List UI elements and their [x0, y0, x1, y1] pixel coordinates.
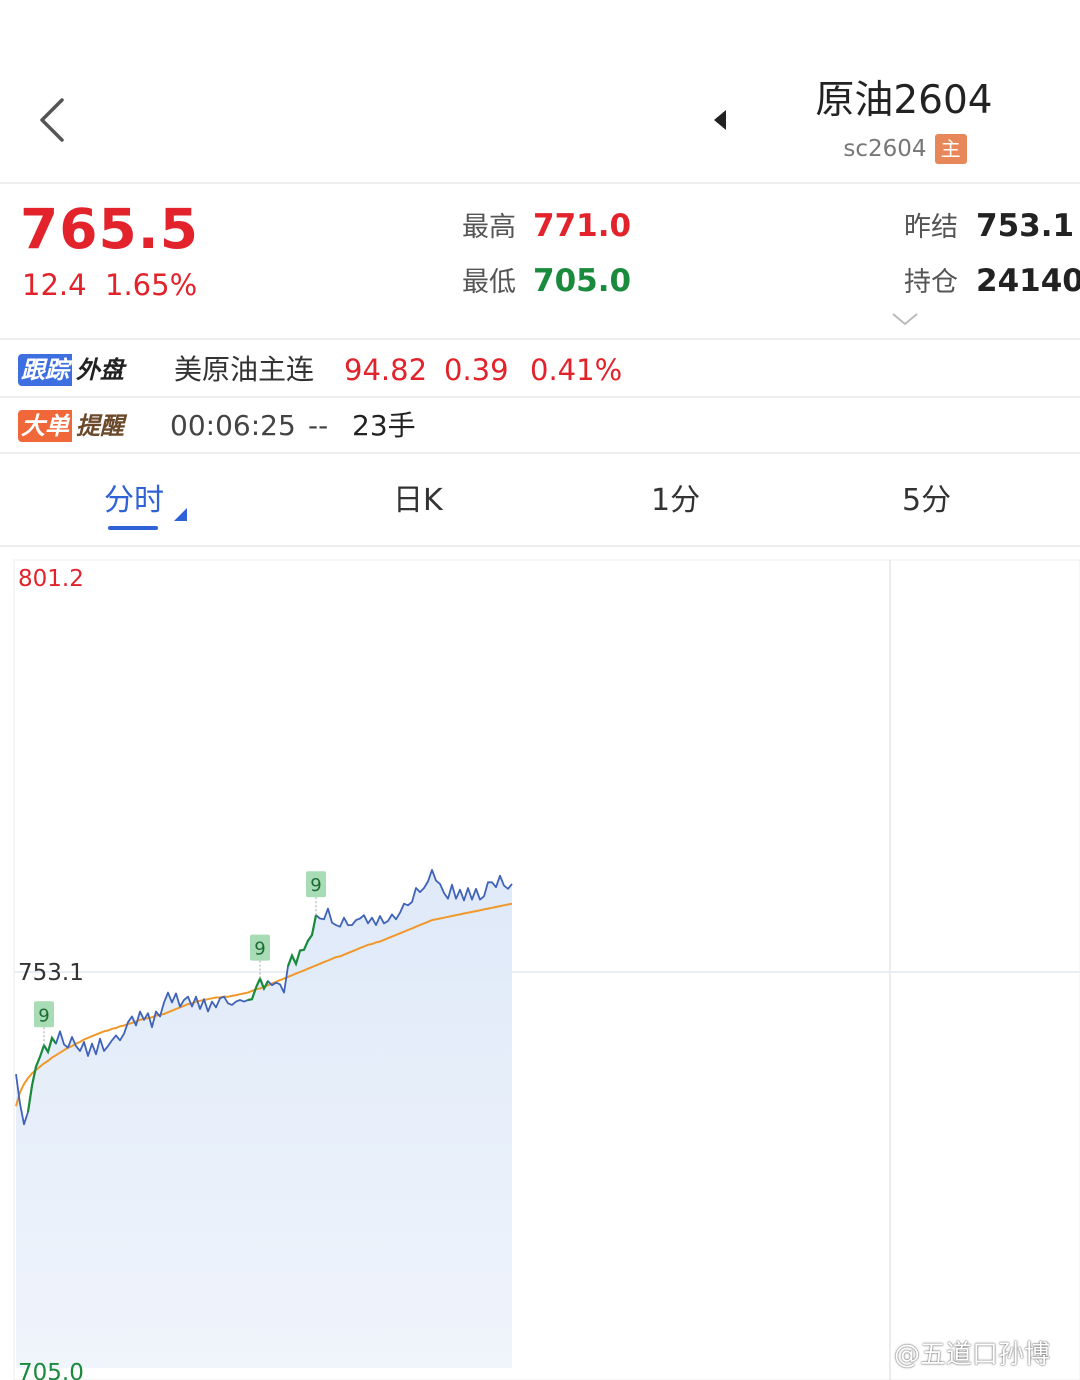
change-percent: 1.65% — [105, 268, 198, 302]
open-interest-value: 24140 — [976, 263, 1080, 299]
y-axis-max-label: 801.2 — [18, 566, 84, 592]
contract-code-row: sc2604 主 — [790, 134, 1020, 164]
change-value: 12.4 — [22, 268, 87, 302]
y-axis-mid-label: 753.1 — [18, 960, 84, 986]
big-order-alert-tag: 大单 提醒 — [18, 410, 128, 442]
signal-marker-label: 9 — [254, 939, 265, 960]
track-change: 0.39 — [444, 353, 509, 387]
last-price: 765.5 — [20, 197, 199, 261]
low-label: 最低 — [462, 267, 516, 298]
watermark: @五道口孙博 — [860, 1338, 1050, 1372]
alert-quantity: 23手 — [352, 409, 416, 442]
divider — [0, 182, 1080, 184]
back-arrow-icon[interactable] — [30, 92, 80, 148]
track-foreign-tag: 跟踪 外盘 — [18, 354, 128, 386]
divider — [0, 396, 1080, 398]
weibo-logo-icon — [860, 1345, 889, 1367]
signal-marker[interactable]: 9 — [306, 871, 326, 916]
contract-code: sc2604 — [843, 136, 927, 162]
track-change-percent: 0.41% — [530, 353, 623, 387]
low-value: 705.0 — [533, 263, 632, 299]
previous-contract-arrow-icon[interactable] — [702, 102, 738, 138]
alert-direction: -- — [308, 409, 329, 442]
active-tab-indicator — [108, 526, 158, 530]
divider — [0, 545, 1080, 547]
tab-daily-k[interactable]: 日K — [393, 480, 443, 522]
signal-marker-label: 9 — [38, 1005, 49, 1026]
alert-tag-part-a: 大单 — [18, 410, 72, 442]
expand-chevron-icon[interactable] — [890, 310, 920, 328]
track-instrument-name[interactable]: 美原油主连 — [174, 350, 314, 390]
prev-settle-label: 昨结 — [904, 212, 958, 243]
track-tag-part-b: 外盘 — [76, 356, 124, 384]
prev-settle-value: 753.1 — [976, 208, 1075, 244]
intraday-chart[interactable]: 9 9 9 801.2 753.1 705.0 — [0, 548, 1080, 1380]
divider — [0, 338, 1080, 340]
watermark-text: @五道口孙博 — [894, 1340, 1051, 1370]
page-title: 原油2604 — [815, 78, 993, 123]
main-contract-badge: 主 — [934, 134, 967, 164]
tab-1-minute[interactable]: 1分 — [651, 480, 700, 522]
divider — [0, 452, 1080, 454]
price-change: 12.4 1.65% — [22, 266, 197, 304]
high-value: 771.0 — [533, 208, 632, 244]
high-label: 最高 — [462, 212, 516, 243]
open-interest-label: 持仓 — [904, 267, 958, 298]
tab-5-minute[interactable]: 5分 — [902, 480, 951, 522]
track-tag-part-a: 跟踪 — [18, 354, 72, 386]
track-price: 94.82 — [344, 353, 428, 387]
dropdown-triangle-icon[interactable] — [172, 506, 188, 522]
alert-time: 00:06:25 — [170, 409, 296, 442]
alert-tag-part-b: 提醒 — [76, 412, 124, 440]
y-axis-min-label: 705.0 — [18, 1360, 84, 1380]
signal-marker-label: 9 — [310, 875, 321, 896]
tab-intraday[interactable]: 分时 — [104, 480, 164, 522]
